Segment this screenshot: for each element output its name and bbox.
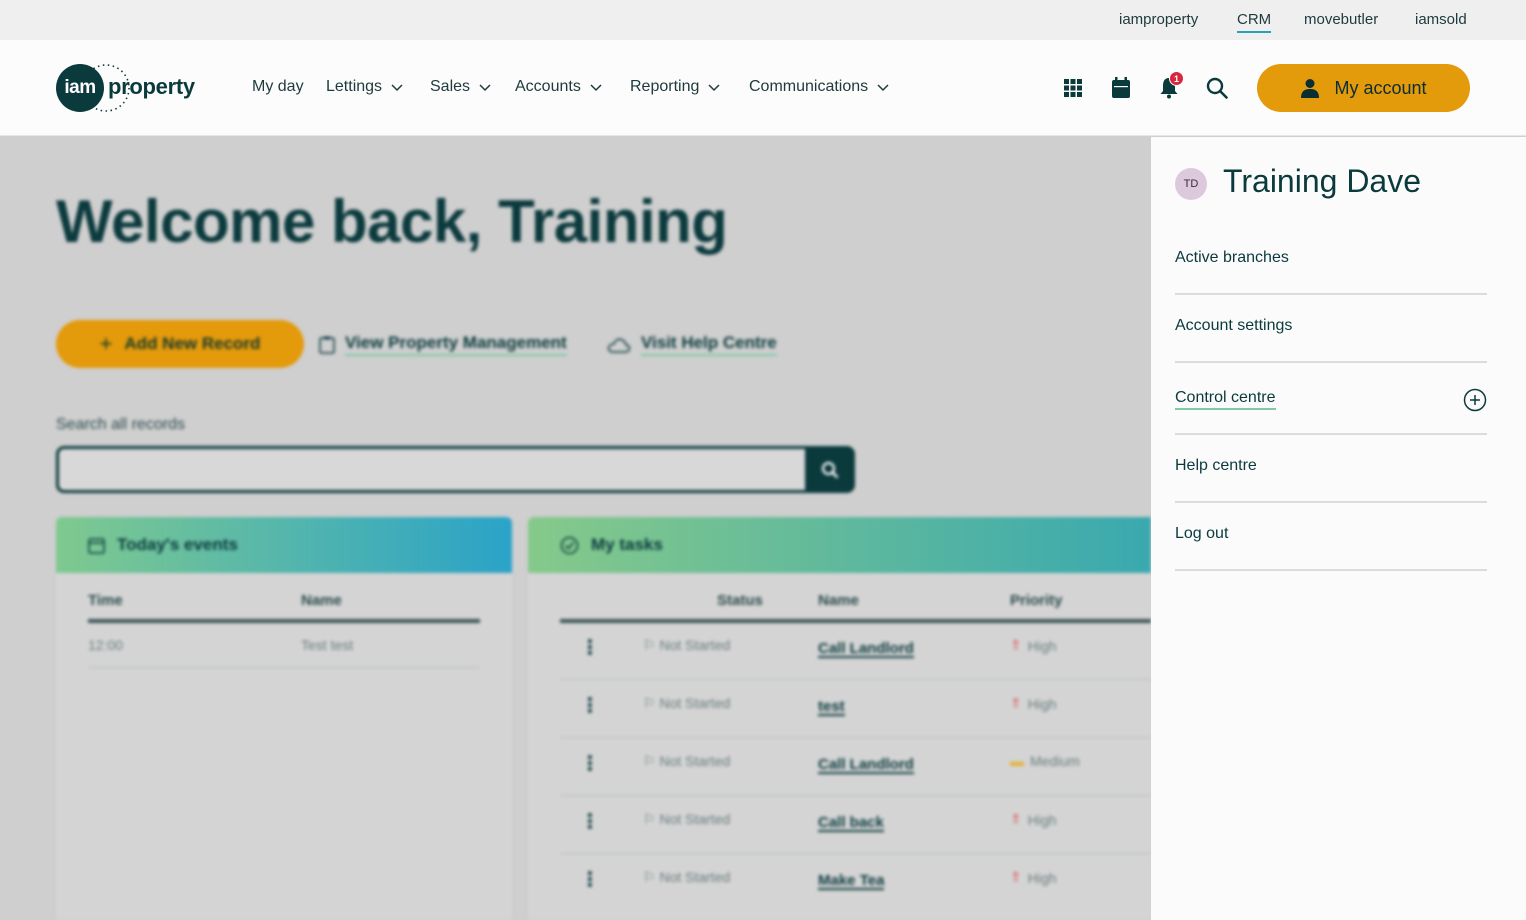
main-header: iam property My day Lettings Sales Accou… (0, 40, 1526, 136)
events-col-name: Name (301, 592, 342, 609)
priority-high-icon: ⇑ (1010, 869, 1022, 885)
calendar-icon[interactable] (1109, 76, 1133, 100)
priority-medium-icon: ▬ (1010, 753, 1024, 769)
user-name: Training Dave (1223, 163, 1422, 199)
row-menu-icon[interactable]: ⋮ (580, 809, 600, 834)
task-status: ⚐ Not Started (643, 811, 731, 827)
my-tasks-card: My tasks Status Name Priority ⋮ ⚐ Not St… (528, 517, 1151, 920)
view-property-management-link[interactable]: View Property Management (319, 333, 567, 356)
tasks-row-rule (560, 795, 1151, 796)
chevron-down-icon (590, 84, 602, 92)
task-name-link[interactable]: Call back (818, 815, 884, 832)
task-status: ⚐ Not Started (643, 695, 731, 711)
priority-high-icon: ⇑ (1010, 637, 1022, 653)
chevron-down-icon (877, 84, 889, 92)
utility-link-crm[interactable]: CRM (1237, 11, 1272, 33)
avatar: TD (1175, 168, 1207, 200)
clipboard-icon (319, 336, 335, 354)
menu-item-help-centre[interactable]: Help centre (1175, 435, 1487, 503)
nav-communications[interactable]: Communications (749, 78, 890, 96)
utility-link-iamsold[interactable]: iamsold (1415, 11, 1467, 28)
nav-my-day[interactable]: My day (252, 78, 304, 96)
search-icon[interactable] (1205, 76, 1229, 100)
todays-events-card: Today's events Time Name 12:00 Test test (56, 517, 512, 920)
row-menu-icon[interactable]: ⋮ (580, 693, 600, 718)
logo-word: property (108, 74, 195, 99)
events-row-rule (88, 667, 480, 668)
task-status: ⚐ Not Started (643, 753, 731, 769)
main-content: Welcome back, Training + Add New Record … (0, 137, 1151, 920)
account-dropdown-panel: TD Training Dave Active branches Account… (1151, 137, 1526, 920)
chevron-down-icon (708, 84, 720, 92)
user-icon (1301, 79, 1320, 98)
row-menu-icon[interactable]: ⋮ (580, 635, 600, 660)
utility-link-iamproperty[interactable]: iamproperty (1119, 11, 1198, 28)
priority-high-icon: ⇑ (1010, 695, 1022, 711)
event-time: 12:00 (88, 637, 124, 653)
task-priority: ⇑ High (1010, 811, 1057, 828)
events-header-rule (88, 619, 480, 623)
task-priority: ▬ Medium (1010, 753, 1080, 769)
task-priority: ⇑ High (1010, 695, 1057, 712)
task-priority: ⇑ High (1010, 637, 1057, 654)
menu-item-control-centre[interactable]: Control centre (1175, 363, 1487, 435)
utility-bar: iamproperty CRM movebutler iamsold (0, 0, 1526, 40)
tasks-row-rule (560, 737, 1151, 738)
task-name-link[interactable]: Make Tea (818, 873, 885, 890)
tasks-header-rule (560, 619, 1151, 623)
menu-item-log-out[interactable]: Log out (1175, 503, 1487, 571)
menu-item-account-settings[interactable]: Account settings (1175, 295, 1487, 363)
plus-icon: + (99, 331, 113, 356)
nav-sales[interactable]: Sales (430, 78, 492, 96)
task-status: ⚐ Not Started (643, 637, 731, 653)
check-circle-icon (560, 536, 579, 554)
cloud-icon (607, 337, 631, 353)
logo[interactable]: iam property (56, 62, 206, 112)
event-name: Test test (301, 637, 354, 653)
tasks-row-rule (560, 853, 1151, 854)
chevron-down-icon (479, 84, 491, 92)
my-account-button[interactable]: My account (1257, 64, 1470, 112)
logo-circle: iam (56, 64, 104, 112)
task-name-link[interactable]: test (818, 699, 845, 716)
tasks-col-priority: Priority (1010, 592, 1063, 609)
utility-link-movebutler[interactable]: movebutler (1304, 11, 1378, 28)
row-menu-icon[interactable]: ⋮ (580, 751, 600, 776)
search-input[interactable] (56, 446, 806, 493)
my-tasks-header: My tasks (528, 517, 1151, 573)
apps-grid-icon[interactable] (1061, 76, 1085, 100)
visit-help-centre-link[interactable]: Visit Help Centre (607, 333, 777, 356)
row-menu-icon[interactable]: ⋮ (580, 867, 600, 892)
nav-lettings[interactable]: Lettings (326, 78, 404, 96)
search-submit-button[interactable] (805, 446, 855, 493)
my-account-label: My account (1334, 77, 1427, 98)
menu-item-active-branches[interactable]: Active branches (1175, 227, 1487, 295)
nav-accounts[interactable]: Accounts (515, 78, 603, 96)
notification-badge: 1 (1169, 71, 1184, 86)
tasks-col-name: Name (818, 592, 859, 609)
priority-high-icon: ⇑ (1010, 811, 1022, 827)
tasks-row-rule (560, 679, 1151, 680)
calendar-icon (88, 537, 105, 554)
search-label: Search all records (56, 416, 185, 433)
events-col-time: Time (88, 592, 123, 609)
tasks-col-status: Status (717, 592, 763, 609)
task-priority: ⇑ High (1010, 869, 1057, 886)
add-new-record-button[interactable]: + Add New Record (56, 320, 304, 368)
task-status: ⚐ Not Started (643, 869, 731, 885)
chevron-down-icon (391, 84, 403, 92)
task-name-link[interactable]: Call Landlord (818, 641, 914, 658)
search-icon (821, 461, 839, 478)
task-name-link[interactable]: Call Landlord (818, 757, 914, 774)
plus-circle-icon[interactable] (1463, 388, 1487, 412)
nav-reporting[interactable]: Reporting (630, 78, 721, 96)
todays-events-header: Today's events (56, 517, 512, 573)
page-title: Welcome back, Training (56, 188, 728, 255)
